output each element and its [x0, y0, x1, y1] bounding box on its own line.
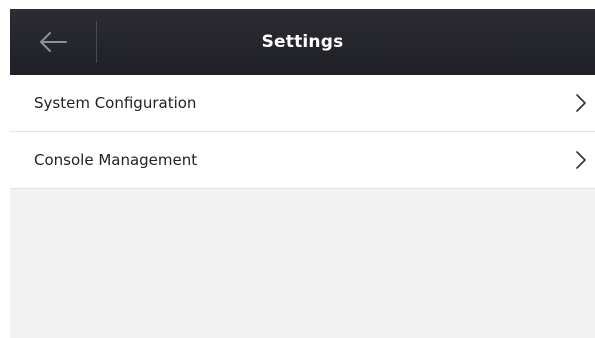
page-title: Settings	[261, 32, 344, 52]
chevron-right-icon	[575, 151, 587, 169]
menu-item-label: System Configuration	[34, 94, 197, 112]
chevron-right-icon	[575, 94, 587, 112]
settings-menu: System Configuration Console Management	[10, 75, 595, 189]
menu-item-label: Console Management	[34, 151, 198, 169]
settings-screen: Settings System Configuration Console Ma…	[10, 9, 595, 338]
menu-item-console-management[interactable]: Console Management	[10, 132, 595, 189]
menu-item-system-configuration[interactable]: System Configuration	[10, 75, 595, 132]
back-button[interactable]	[10, 9, 96, 75]
top-app-bar: Settings	[10, 9, 595, 75]
arrow-left-icon	[40, 32, 67, 52]
